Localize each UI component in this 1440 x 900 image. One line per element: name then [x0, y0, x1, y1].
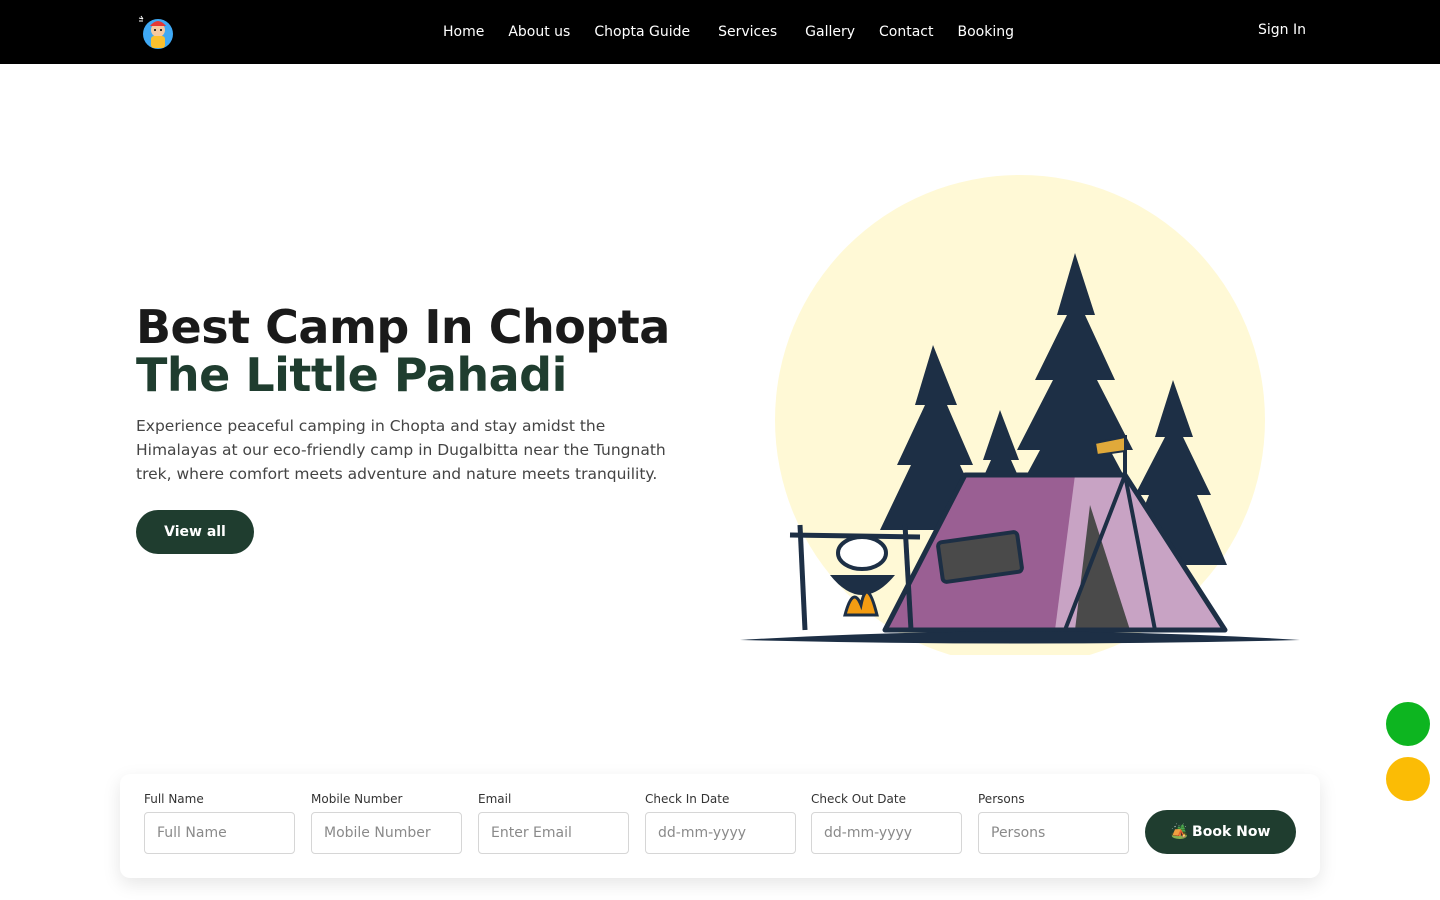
- check-out-date-field: Check Out Date: [811, 792, 962, 854]
- nav-chopta-guide[interactable]: Chopta Guide: [594, 24, 690, 40]
- mobile-number-input[interactable]: [311, 812, 462, 854]
- email-field: Email: [478, 792, 629, 854]
- camp-tent-illustration: [735, 175, 1305, 665]
- hero-subtitle: The Little Pahadi: [136, 348, 567, 402]
- full-name-field: Full Name: [144, 792, 295, 854]
- navbar: Home About us Chopta Guide Services Gall…: [0, 0, 1440, 64]
- mobile-number-field: Mobile Number: [311, 792, 462, 854]
- call-icon[interactable]: [1386, 757, 1430, 801]
- nav-contact[interactable]: Contact: [879, 24, 933, 40]
- nav-booking[interactable]: Booking: [957, 24, 1014, 40]
- book-now-label: Book Now: [1192, 824, 1271, 840]
- check-in-date-field: Check In Date: [645, 792, 796, 854]
- nav-about-us[interactable]: About us: [508, 24, 570, 40]
- check-in-date-input[interactable]: [645, 812, 796, 854]
- nav-services[interactable]: Services: [718, 24, 777, 40]
- kid-camper-logo-icon[interactable]: [136, 12, 176, 52]
- email-label: Email: [478, 792, 512, 806]
- full-name-input[interactable]: [144, 812, 295, 854]
- hero-description: Experience peaceful camping in Chopta an…: [136, 417, 666, 483]
- mobile-number-label: Mobile Number: [311, 792, 403, 806]
- main-nav: Home About us Chopta Guide Services Gall…: [443, 0, 1014, 64]
- check-out-date-label: Check Out Date: [811, 792, 906, 806]
- whatsapp-icon[interactable]: [1386, 702, 1430, 746]
- tent-icon: 🏕️: [1170, 824, 1189, 840]
- check-in-date-label: Check In Date: [645, 792, 730, 806]
- hero-title: Best Camp In Chopta: [136, 300, 670, 354]
- view-all-button[interactable]: View all: [136, 510, 254, 554]
- full-name-label: Full Name: [144, 792, 204, 806]
- book-now-button[interactable]: 🏕️ Book Now: [1145, 810, 1296, 854]
- persons-input[interactable]: [978, 812, 1129, 854]
- persons-label: Persons: [978, 792, 1025, 806]
- nav-home[interactable]: Home: [443, 24, 484, 40]
- check-out-date-input[interactable]: [811, 812, 962, 854]
- nav-gallery[interactable]: Gallery: [805, 24, 855, 40]
- sign-in-link[interactable]: Sign In: [1258, 22, 1306, 38]
- booking-form: Full Name Mobile Number Email Check In D…: [120, 774, 1320, 878]
- persons-field: Persons: [978, 792, 1129, 854]
- email-input[interactable]: [478, 812, 629, 854]
